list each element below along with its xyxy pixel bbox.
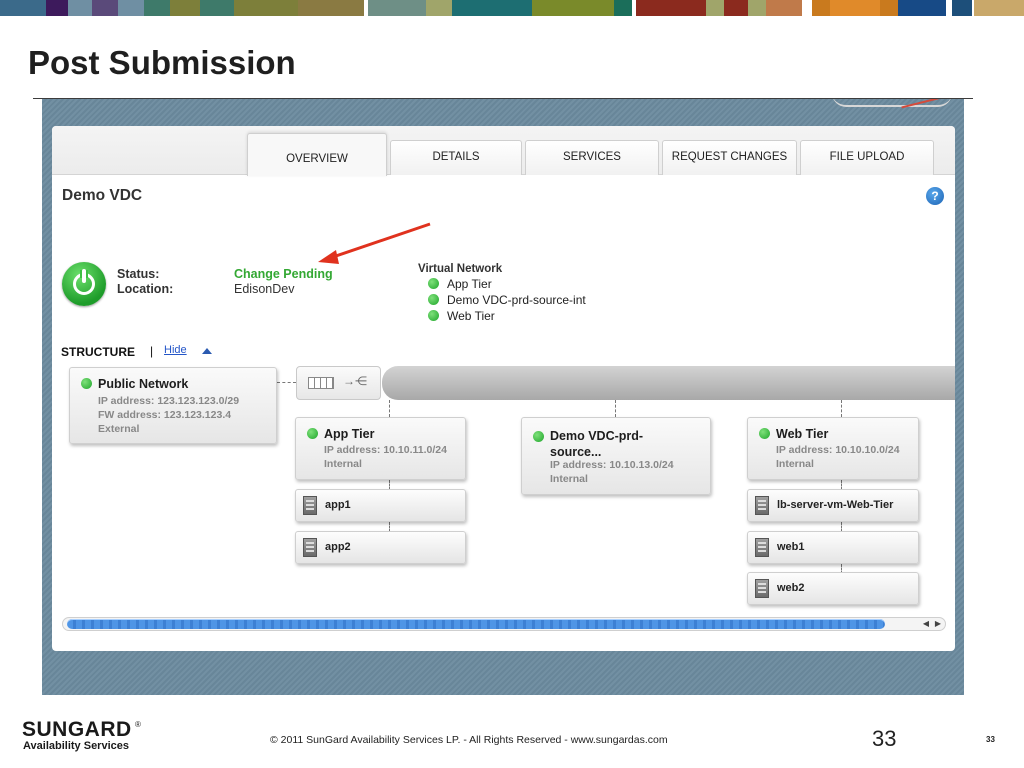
annotation-arrow-icon	[318, 222, 431, 264]
virtual-network-item: Web Tier	[428, 309, 495, 323]
location-value: EdisonDev	[234, 282, 295, 296]
vm-name: app1	[325, 499, 351, 511]
vdc-name: Demo VDC	[62, 187, 143, 204]
structure-separator: |	[150, 344, 154, 358]
virtual-network-item: Demo VDC-prd-source-int	[428, 293, 586, 307]
vm-card[interactable]: web1	[747, 531, 919, 564]
scroll-left-icon[interactable]: ◀	[921, 618, 931, 630]
tier-card-demo-vdc[interactable]: Demo VDC-prd- source... IP address: 10.1…	[521, 417, 711, 495]
public-network-fw: FW address: 123.123.123.4	[98, 409, 232, 421]
tab-services[interactable]: SERVICES	[525, 140, 659, 175]
scrollbar-thumb[interactable]	[67, 619, 885, 629]
tab-overview[interactable]: OVERVIEW	[247, 133, 387, 176]
server-icon	[755, 496, 769, 515]
tier-name: Web Tier	[776, 427, 829, 441]
vm-card[interactable]: web2	[747, 572, 919, 605]
status-dot-icon	[307, 428, 318, 439]
public-network-name: Public Network	[98, 377, 189, 391]
network-backbone	[382, 366, 955, 400]
tier-type: Internal	[776, 458, 814, 470]
hide-structure-link[interactable]: Hide	[164, 344, 187, 356]
tier-type: Internal	[324, 458, 362, 470]
status-value: Change Pending	[234, 267, 333, 281]
slide-number-large: 33	[872, 726, 897, 751]
vm-name: web1	[777, 541, 805, 553]
vm-name: app2	[325, 541, 351, 553]
location-label: Location:	[117, 282, 174, 296]
firewall-icon	[308, 377, 334, 389]
tab-file-upload[interactable]: FILE UPLOAD	[800, 140, 934, 175]
status-dot-icon	[759, 428, 770, 439]
virtual-network-item: App Tier	[428, 277, 492, 291]
tier-card-app[interactable]: App Tier IP address: 10.10.11.0/24 Inter…	[295, 417, 466, 480]
structure-label: STRUCTURE	[61, 345, 135, 359]
status-label: Status:	[117, 267, 160, 281]
tier-name-continued: source...	[550, 445, 602, 459]
server-icon	[755, 538, 769, 557]
server-icon	[303, 538, 317, 557]
vm-card[interactable]: lb-server-vm-Web-Tier	[747, 489, 919, 522]
vm-card[interactable]: app2	[295, 531, 466, 564]
vm-name: lb-server-vm-Web-Tier	[777, 499, 894, 511]
power-status-icon[interactable]	[62, 262, 106, 306]
slide-title: Post Submission	[28, 44, 296, 81]
slide-number-small: 33	[986, 735, 995, 744]
tier-ip: IP address: 10.10.13.0/24	[550, 459, 674, 471]
sungard-logo: SUNGARD	[22, 718, 132, 741]
tab-bar: OVERVIEW DETAILS SERVICES REQUEST CHANGE…	[52, 126, 955, 176]
scroll-right-icon[interactable]: ▶	[933, 618, 943, 630]
status-dot-icon	[81, 378, 92, 389]
logo-subtitle: Availability Services	[23, 740, 129, 752]
copyright-text: © 2011 SunGard Availability Services LP.…	[270, 734, 668, 746]
tab-details[interactable]: DETAILS	[390, 140, 522, 175]
help-icon[interactable]: ?	[926, 187, 944, 205]
connector-line	[277, 382, 296, 383]
server-icon	[303, 496, 317, 515]
vdc-portal-window: OVERVIEW DETAILS SERVICES REQUEST CHANGE…	[52, 126, 955, 651]
connector-line	[841, 400, 842, 417]
tier-name: App Tier	[324, 427, 375, 441]
logo-registered-mark: ®	[135, 720, 141, 729]
tier-ip: IP address: 10.10.10.0/24	[776, 444, 900, 456]
status-dot-icon	[533, 431, 544, 442]
public-network-ip: IP address: 123.123.123.0/29	[98, 395, 240, 407]
horizontal-scrollbar[interactable]: ◀ ▶	[62, 617, 946, 631]
firewall-node[interactable]: →⋲	[296, 366, 381, 400]
tab-request-changes[interactable]: REQUEST CHANGES	[662, 140, 797, 175]
virtual-network-title: Virtual Network	[418, 263, 503, 275]
status-dot-icon	[428, 294, 439, 305]
tier-card-web[interactable]: Web Tier IP address: 10.10.10.0/24 Inter…	[747, 417, 919, 480]
routing-arrow-icon: →⋲	[343, 374, 367, 388]
tier-ip: IP address: 10.10.11.0/24	[324, 444, 447, 456]
vm-name: web2	[777, 582, 805, 594]
status-dot-icon	[428, 310, 439, 321]
tier-type: Internal	[550, 473, 588, 485]
collapse-triangle-icon[interactable]	[202, 348, 212, 354]
tier-name: Demo VDC-prd-	[550, 429, 644, 443]
status-dot-icon	[428, 278, 439, 289]
public-network-card[interactable]: Public Network IP address: 123.123.123.0…	[69, 367, 277, 444]
decorative-color-strip	[0, 0, 1024, 16]
server-icon	[755, 579, 769, 598]
connector-line	[615, 400, 616, 417]
public-network-type: External	[98, 423, 140, 435]
vm-card[interactable]: app1	[295, 489, 466, 522]
connector-line	[389, 400, 390, 417]
